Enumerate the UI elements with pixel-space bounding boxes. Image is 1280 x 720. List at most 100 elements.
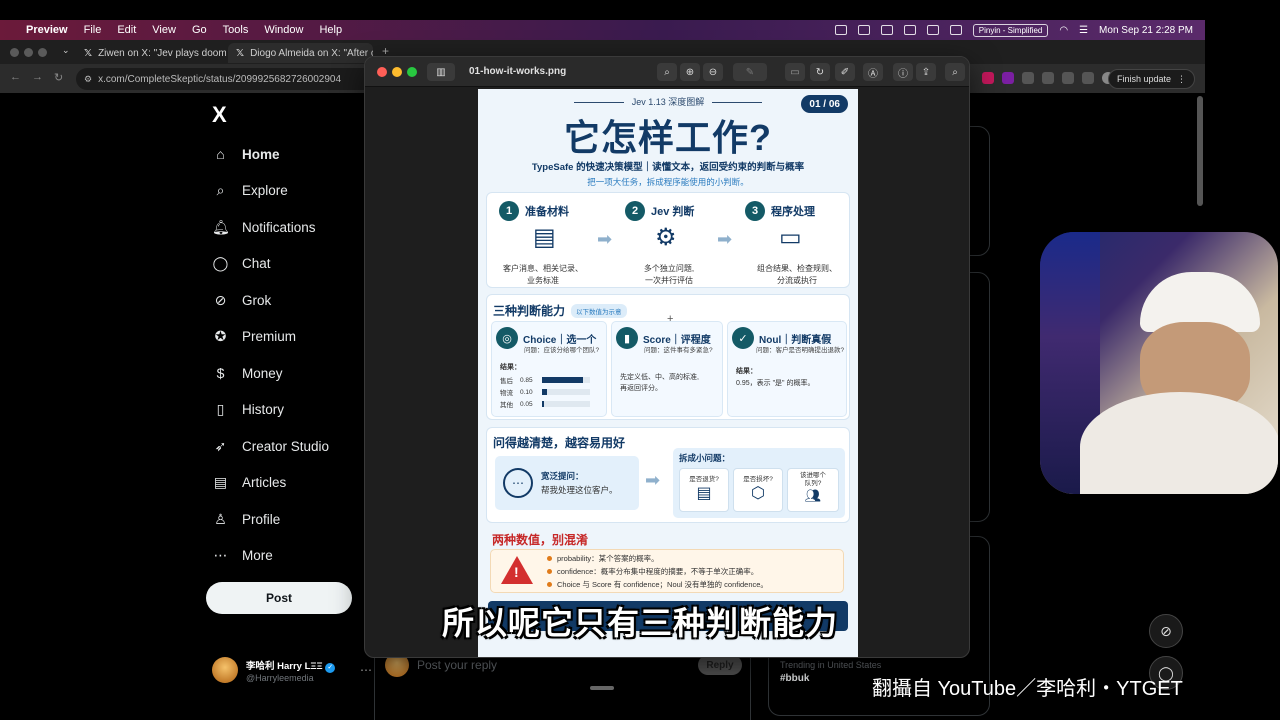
sidebar-item-creator-studio[interactable]: ➶ Creator Studio	[212, 428, 362, 465]
url-field[interactable]: ⚙ x.com/CompleteSkeptic/status/209992568…	[76, 68, 376, 90]
sidebar-item-notifications[interactable]: 🔔︎ Notifications	[212, 209, 362, 246]
tab-list-chevron-icon[interactable]: ⌄	[62, 45, 70, 56]
minimize-button[interactable]	[392, 67, 402, 77]
values-box: ! probability：某个答案的概率。 confidence：概率分布集中…	[490, 549, 844, 593]
browser-tab-active[interactable]: 𝕏 Diogo Almeida on X: "After c	[228, 43, 373, 63]
close-button[interactable]	[377, 67, 387, 77]
bar-fill	[542, 377, 583, 383]
score-card: ▮ Score｜评程度 问题：这件事有多紧急? 先定义低、中、高的标准, 再返回评…	[611, 321, 723, 417]
status-icon[interactable]	[857, 25, 870, 35]
extension-icon[interactable]	[1082, 72, 1094, 84]
box-icon: ⬡	[751, 485, 765, 502]
forward-arrow-icon[interactable]: →	[32, 71, 43, 83]
bullet-icon	[547, 582, 552, 587]
back-arrow-icon[interactable]: ←	[10, 71, 21, 83]
window-close-button[interactable]	[10, 48, 19, 57]
post-button[interactable]: Post	[206, 582, 352, 614]
reply-input[interactable]: Post your reply	[417, 658, 497, 672]
bar-fill	[542, 389, 547, 395]
kebab-menu-icon: ⋮	[1177, 73, 1186, 84]
menu-window[interactable]: Window	[264, 24, 303, 36]
menu-file[interactable]: File	[84, 24, 102, 36]
extension-icon[interactable]	[1042, 72, 1054, 84]
vague-box: ⋯ 宽泛提问： 帮我处理这位客户。	[495, 456, 639, 510]
score-desc-line: 先定义低、中、高的标准,	[620, 374, 699, 381]
account-switcher[interactable]: 李哈利 Harry LΞΞ ✓ @Harryleemedia ⋯	[212, 654, 372, 686]
reply-button[interactable]: Reply	[698, 655, 742, 675]
grok-icon: ⊘	[214, 291, 227, 308]
avatar	[212, 657, 238, 683]
input-source[interactable]: Pinyin - Simplified	[972, 23, 1049, 37]
markup-toolbar-icon[interactable]: ✐	[835, 63, 855, 81]
search-icon: ⌕	[216, 182, 225, 199]
sidebar-item-more[interactable]: ⋯ More	[212, 538, 362, 575]
reload-icon[interactable]: ↻	[54, 71, 63, 84]
crop-icon[interactable]: ▭	[785, 63, 805, 81]
status-icon[interactable]	[926, 25, 939, 35]
sidebar-item-money[interactable]: $ Money	[212, 355, 362, 392]
sidebar-item-chat[interactable]: ◯ Chat	[212, 246, 362, 283]
extension-icon[interactable]	[1022, 72, 1034, 84]
x-logo[interactable]: X	[212, 102, 227, 128]
sidebar-item-home[interactable]: ⌂ Home	[212, 136, 362, 173]
window-zoom-button[interactable]	[38, 48, 47, 57]
clock[interactable]: Mon Sep 21 2:28 PM	[1099, 25, 1193, 36]
extension-icon[interactable]	[1062, 72, 1074, 84]
menu-go[interactable]: Go	[192, 24, 207, 36]
sidebar-item-history[interactable]: ▯ History	[212, 392, 362, 429]
sidebar-item-explore[interactable]: ⌕ Explore	[212, 173, 362, 210]
sidebar-item-grok[interactable]: ⊘ Grok	[212, 282, 362, 319]
status-icon[interactable]	[834, 25, 847, 35]
finish-update-button[interactable]: Finish update ⋮	[1107, 69, 1195, 89]
image-canvas[interactable]: Jev 1.13 深度图解 01 / 06 它怎样工作? TypeSafe 的快…	[478, 89, 858, 657]
zoom-button[interactable]	[407, 67, 417, 77]
wifi-icon[interactable]: ◠	[1059, 25, 1068, 36]
articles-icon: ▤	[213, 474, 228, 491]
share-icon[interactable]: ⇪	[916, 63, 936, 81]
sidebar-item-premium[interactable]: ✪ Premium	[212, 319, 362, 356]
menu-tools[interactable]: Tools	[223, 24, 249, 36]
trend-item[interactable]: Trending in United States #bbuk	[780, 660, 881, 684]
sub-question-line: 队列?	[804, 480, 822, 487]
noul-desc: 0.95，表示 "是" 的概率。	[736, 380, 815, 387]
status-icon[interactable]	[949, 25, 962, 35]
extension-icon[interactable]	[1002, 72, 1014, 84]
section-title: 问得越清楚，越容易用好	[493, 436, 626, 450]
info-icon[interactable]: ⓘ	[893, 63, 913, 81]
zoom-in-icon[interactable]: ⊕	[680, 63, 700, 81]
grok-float-button[interactable]: ⊘	[1149, 614, 1183, 648]
split-title: 拆成小问题：	[679, 453, 731, 463]
sub-question: 是否损坏?	[743, 476, 773, 483]
judgments-header: 三种判断能力 以下数值为示意	[493, 302, 627, 319]
score-desc-line: 再返回评分。	[620, 385, 662, 392]
zoom-out-icon[interactable]: ⊖	[703, 63, 723, 81]
sub-question-card: 该进哪个 队列? 👥︎	[787, 468, 839, 512]
status-icon[interactable]	[903, 25, 916, 35]
money-icon: $	[216, 365, 225, 382]
extension-icon[interactable]	[982, 72, 994, 84]
sub-question-line: 该进哪个	[800, 472, 826, 479]
page-scrollbar[interactable]	[1197, 96, 1203, 206]
sidebar-item-articles[interactable]: ▤ Articles	[212, 465, 362, 502]
zoom-to-fit-icon[interactable]: ⌕	[657, 63, 677, 81]
sidebar-toggle-icon[interactable]: ▥	[427, 63, 455, 81]
search-icon[interactable]: ⌕	[945, 63, 965, 81]
site-settings-icon[interactable]: ⚙	[84, 74, 92, 85]
steps-card: 1 准备材料 ▤ 客户消息、相关记录、 业务标准 ➡ 2 Jev 判断 ⚙ 多个独…	[486, 192, 850, 288]
control-center-icon[interactable]: ☰	[1079, 25, 1088, 36]
markup-pen-icon[interactable]: ✎	[733, 63, 767, 81]
menu-view[interactable]: View	[152, 24, 176, 36]
menu-edit[interactable]: Edit	[117, 24, 136, 36]
window-minimize-button[interactable]	[24, 48, 33, 57]
tab-title: Ziwen on X: "Jev plays doom	[98, 47, 226, 59]
annotate-icon[interactable]: Ⓐ	[863, 63, 883, 81]
sidebar-item-profile[interactable]: ♙ Profile	[212, 501, 362, 538]
browser-tab[interactable]: 𝕏 Ziwen on X: "Jev plays doom	[76, 43, 226, 63]
rotate-icon[interactable]: ↻	[810, 63, 830, 81]
step-title: 准备材料	[525, 206, 569, 218]
shirt-shape	[1080, 392, 1278, 494]
resize-handle[interactable]	[590, 686, 614, 690]
menu-app[interactable]: Preview	[26, 24, 68, 36]
menu-help[interactable]: Help	[319, 24, 342, 36]
status-icon[interactable]	[880, 25, 893, 35]
